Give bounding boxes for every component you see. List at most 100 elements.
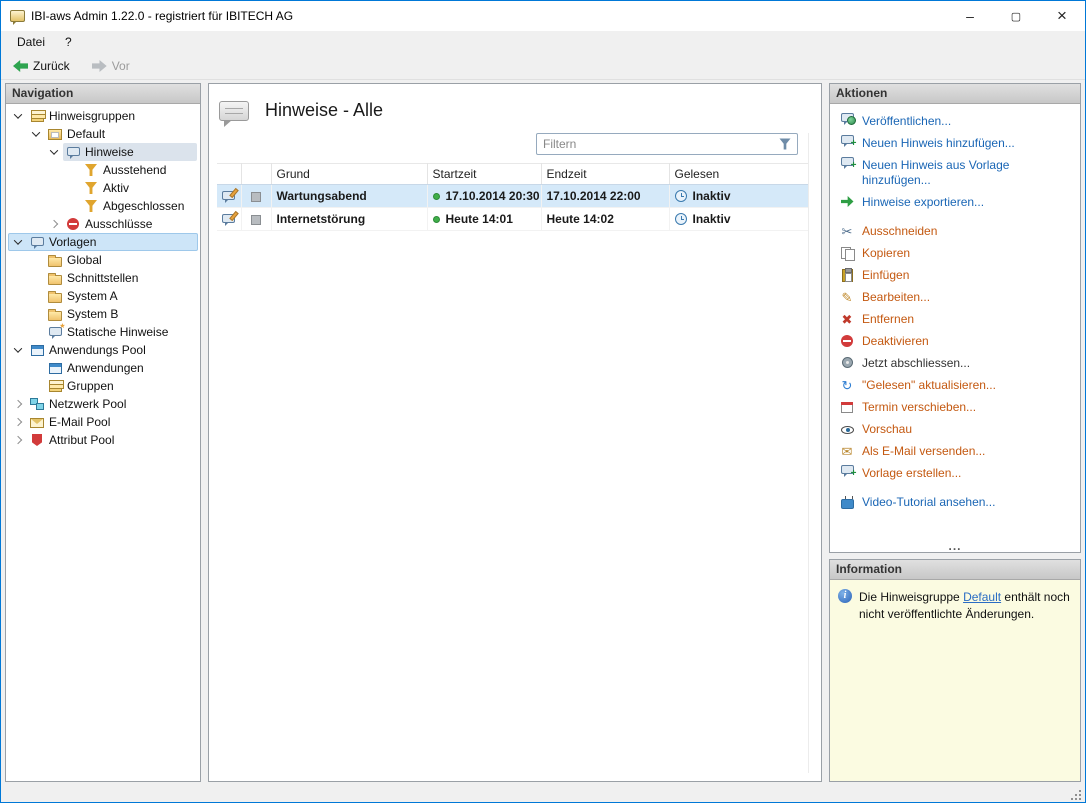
tree-item-ausschluesse[interactable]: Ausschlüsse [8, 215, 198, 233]
tree-item-global[interactable]: Global [8, 251, 198, 269]
action-jetzt-abschliessen[interactable]: Jetzt abschliessen... [838, 356, 1072, 371]
filter-active-icon [85, 182, 97, 194]
tree-item-system-b[interactable]: System B [8, 305, 198, 323]
menu-item-datei[interactable]: Datei [7, 33, 55, 51]
column-header-icon[interactable] [240, 163, 271, 185]
action-einfuegen[interactable]: Einfügen [838, 268, 1072, 283]
tree-item-anwendungen[interactable]: Anwendungen [8, 359, 198, 377]
expand-chevron-icon[interactable] [45, 219, 63, 229]
collapse-chevron-icon[interactable] [9, 344, 27, 353]
tree-item-schnittstellen[interactable]: Schnittstellen [8, 269, 198, 287]
tree-item-e-mail-pool[interactable]: E-Mail Pool [8, 413, 198, 431]
action-kopieren[interactable]: Kopieren [838, 246, 1072, 261]
tree-item-label: Ausstehend [103, 163, 167, 177]
action-termin-verschieben[interactable]: Termin verschieben... [838, 400, 1072, 415]
action-video-tutorial-ansehen[interactable]: Video-Tutorial ansehen... [838, 495, 1072, 510]
hint-groups-icon [30, 109, 46, 122]
gelesen-value: Inaktiv [692, 189, 731, 203]
collapse-chevron-icon[interactable] [9, 110, 27, 119]
main-panel: Hinweise - Alle GrundStartzeitEndzeitGel… [208, 83, 822, 782]
tree-item-attribut-pool[interactable]: Attribut Pool [8, 431, 198, 449]
column-header-icon[interactable] [217, 163, 241, 185]
reschedule-icon [841, 402, 853, 413]
tree-item-gruppen[interactable]: Gruppen [8, 377, 198, 395]
tree-item-label: Abgeschlossen [103, 199, 185, 213]
action-neuen-hinweis-aus-vorlage-hinzufuegen[interactable]: Neuen Hinweis aus Vorlage hinzufügen... [838, 157, 1072, 188]
actions-panel-header: Aktionen [830, 84, 1080, 104]
window-controls: – ▢ × [947, 1, 1085, 31]
cell-grund: Internetstörung [270, 207, 427, 231]
hints-table-body: Wartungsabend 17.10.2014 20:30 17.10.2014 … [217, 184, 808, 231]
finish-now-icon [841, 357, 853, 368]
tree-item-abgeschlossen[interactable]: Abgeschlossen [8, 197, 198, 215]
tree-item-label: Attribut Pool [49, 433, 115, 447]
tree-item-vorlagen[interactable]: Vorlagen [8, 233, 198, 251]
action-entfernen[interactable]: ✖ Entfernen [838, 312, 1072, 327]
action-label: Bearbeiten... [862, 290, 931, 304]
hint-bubble-icon [222, 191, 236, 204]
refresh-read-icon: ↻ [841, 378, 853, 393]
tree-item-label: Hinweise [85, 145, 134, 159]
action-vorlage-erstellen[interactable]: Vorlage erstellen... [838, 465, 1072, 481]
action-label: Termin verschieben... [862, 400, 977, 414]
menu-item-help[interactable]: ? [55, 33, 82, 51]
tree-item-system-a[interactable]: System A [8, 287, 198, 305]
maximize-button[interactable]: ▢ [993, 1, 1039, 31]
publish-icon [840, 113, 856, 125]
action-gelesen-aktualisieren[interactable]: ↻ "Gelesen" aktualisieren... [838, 378, 1072, 393]
tree-item-label: Anwendungs Pool [49, 343, 146, 357]
default-group-link[interactable]: Default [963, 590, 1001, 604]
hint-bubble-icon [222, 214, 236, 227]
table-row[interactable]: Wartungsabend 17.10.2014 20:30 17.10.2014 … [217, 184, 808, 208]
tree-item-ausstehend[interactable]: Ausstehend [8, 161, 198, 179]
collapse-chevron-icon[interactable] [27, 128, 45, 137]
column-header-gelesen[interactable]: Gelesen [668, 163, 808, 185]
main-title-row: Hinweise - Alle [209, 84, 821, 127]
collapse-chevron-icon[interactable] [45, 146, 63, 155]
hints-bubble-icon [219, 100, 249, 127]
collapse-chevron-icon[interactable] [9, 236, 27, 245]
navigation-tree: Hinweisgruppen Default Hinweise Ausstehend A… [6, 104, 200, 781]
filter-input[interactable] [543, 137, 779, 151]
action-deaktivieren[interactable]: Deaktivieren [838, 334, 1072, 349]
filter-box[interactable] [536, 133, 798, 155]
action-label: Kopieren [862, 246, 911, 260]
tree-item-netzwerk-pool[interactable]: Netzwerk Pool [8, 395, 198, 413]
action-label: Vorschau [862, 422, 913, 436]
filter-completed-icon [85, 200, 97, 212]
action-ausschneiden[interactable]: ✂ Ausschneiden [838, 224, 1072, 239]
column-header-grund[interactable]: Grund [270, 163, 427, 185]
action-veroeffentlichen[interactable]: Veröffentlichen... [838, 113, 1072, 129]
expand-chevron-icon[interactable] [9, 417, 27, 427]
table-row[interactable]: Internetstörung Heute 14:01 Heute 14:02 Ina… [217, 207, 808, 231]
column-header-endzeit[interactable]: Endzeit [540, 163, 669, 185]
tree-item-anwendungs-pool[interactable]: Anwendungs Pool [8, 341, 198, 359]
tree-item-hinweisgruppen[interactable]: Hinweisgruppen [8, 107, 198, 125]
resize-grip[interactable] [1079, 790, 1081, 792]
add-hint-icon [840, 135, 857, 149]
deactivate-icon [841, 335, 853, 347]
filter-funnel-icon[interactable] [779, 138, 791, 150]
tree-item-label: Global [67, 253, 102, 267]
action-hinweise-exportieren[interactable]: Hinweise exportieren... [838, 195, 1072, 210]
action-vorschau[interactable]: Vorschau [838, 422, 1072, 437]
tree-item-default[interactable]: Default [8, 125, 198, 143]
action-neuen-hinweis-hinzufuegen[interactable]: Neuen Hinweis hinzufügen... [838, 135, 1072, 151]
forward-button[interactable]: Vor [88, 57, 134, 75]
cell-startzeit: 17.10.2014 20:30 [426, 184, 541, 208]
minimize-button[interactable]: – [947, 1, 993, 31]
expand-chevron-icon[interactable] [9, 435, 27, 445]
actions-overflow-indicator[interactable]: ... [830, 540, 1080, 552]
applications-icon [48, 362, 62, 374]
column-header-startzeit[interactable]: Startzeit [426, 163, 541, 185]
cell-state-icon [240, 184, 271, 208]
cell-state-icon [240, 207, 271, 231]
tree-item-statische-hinweise[interactable]: Statische Hinweise [8, 322, 198, 341]
tree-item-aktiv[interactable]: Aktiv [8, 179, 198, 197]
close-button[interactable]: × [1039, 1, 1085, 31]
expand-chevron-icon[interactable] [9, 399, 27, 409]
action-als-e-mail-versenden[interactable]: ✉ Als E-Mail versenden... [838, 444, 1072, 459]
action-bearbeiten[interactable]: ✎ Bearbeiten... [838, 290, 1072, 305]
tree-item-hinweise[interactable]: Hinweise [8, 143, 198, 161]
back-button[interactable]: Zurück [9, 57, 74, 75]
